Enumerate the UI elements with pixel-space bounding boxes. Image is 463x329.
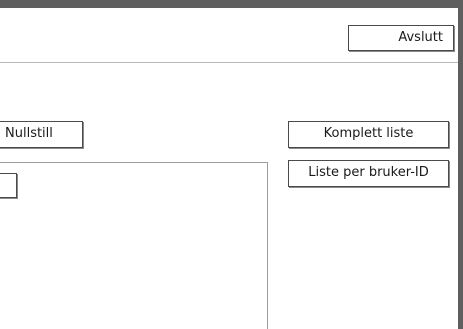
right-edge-frame: [458, 8, 463, 329]
top-bar: [0, 0, 463, 8]
list-per-user-id-button[interactable]: Liste per bruker-ID: [288, 160, 449, 187]
user-list-panel: [0, 162, 268, 329]
full-list-button[interactable]: Komplett liste: [288, 121, 449, 148]
exit-button[interactable]: Avslutt: [348, 25, 454, 51]
list-item-button[interactable]: [0, 173, 17, 198]
counter-screen: Avslutt Nullstill Komplett liste Liste p…: [0, 0, 463, 329]
reset-button[interactable]: Nullstill: [0, 121, 83, 148]
header-divider: [0, 62, 458, 63]
